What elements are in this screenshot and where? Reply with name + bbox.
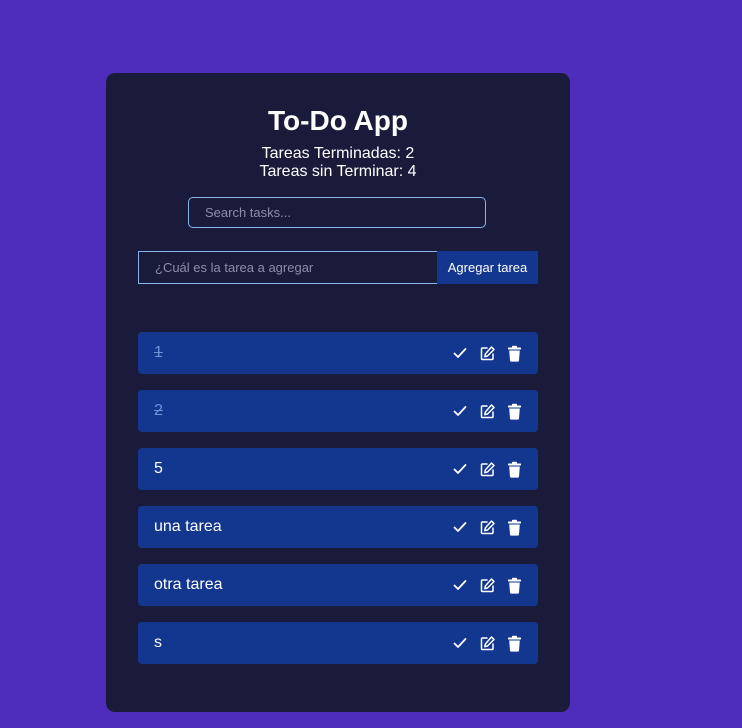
- task-text: 1: [154, 344, 163, 361]
- add-task-button[interactable]: Agregar tarea: [437, 251, 538, 284]
- task-text: 5: [154, 460, 163, 477]
- trash-icon[interactable]: [504, 401, 524, 421]
- new-task-input[interactable]: [138, 251, 438, 284]
- check-icon[interactable]: [450, 517, 470, 537]
- trash-icon[interactable]: [504, 459, 524, 479]
- task-list: 1 2 5 una tarea otra tarea s: [138, 332, 538, 680]
- task-actions: [443, 343, 524, 363]
- edit-icon[interactable]: [477, 343, 497, 363]
- trash-icon[interactable]: [504, 517, 524, 537]
- app-title: To-Do App: [268, 105, 408, 136]
- search-input[interactable]: [188, 197, 486, 228]
- task-item: otra tarea: [138, 564, 538, 606]
- task-item: s: [138, 622, 538, 664]
- task-text: 2: [154, 402, 163, 419]
- task-actions: [443, 517, 524, 537]
- check-icon[interactable]: [450, 633, 470, 653]
- trash-icon[interactable]: [504, 633, 524, 653]
- task-text: s: [154, 634, 162, 651]
- todo-card: To-Do App Tareas Terminadas: 2 Tareas si…: [106, 73, 570, 712]
- trash-icon[interactable]: [504, 575, 524, 595]
- completed-count: Tareas Terminadas: 2: [261, 145, 415, 162]
- check-icon[interactable]: [450, 575, 470, 595]
- task-item: una tarea: [138, 506, 538, 548]
- check-icon[interactable]: [450, 343, 470, 363]
- check-icon[interactable]: [450, 401, 470, 421]
- edit-icon[interactable]: [477, 517, 497, 537]
- task-item: 5: [138, 448, 538, 490]
- edit-icon[interactable]: [477, 633, 497, 653]
- trash-icon[interactable]: [504, 343, 524, 363]
- task-item: 2: [138, 390, 538, 432]
- edit-icon[interactable]: [477, 575, 497, 595]
- task-text: otra tarea: [154, 576, 223, 593]
- task-actions: [443, 633, 524, 653]
- task-item: 1: [138, 332, 538, 374]
- check-icon[interactable]: [450, 459, 470, 479]
- task-actions: [443, 401, 524, 421]
- task-actions: [443, 459, 524, 479]
- edit-icon[interactable]: [477, 401, 497, 421]
- pending-count: Tareas sin Terminar: 4: [259, 163, 417, 180]
- task-actions: [443, 575, 524, 595]
- task-text: una tarea: [154, 518, 222, 535]
- edit-icon[interactable]: [477, 459, 497, 479]
